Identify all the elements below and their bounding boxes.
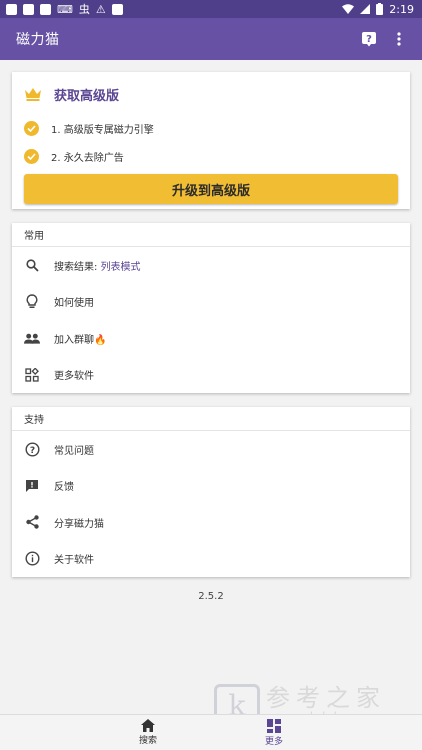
join-group-item[interactable]: 加入群聊🔥 [12, 320, 410, 357]
svg-text:?: ? [366, 34, 372, 45]
feedback-item[interactable]: 反馈 [12, 468, 410, 505]
status-right: 2:19 [342, 3, 414, 16]
notification-square-icon [6, 3, 17, 15]
info-icon [24, 551, 40, 567]
help-icon: ? [362, 32, 376, 47]
list-item-label: 加入群聊🔥 [54, 334, 107, 346]
help-circle-icon: ? [24, 441, 40, 457]
wifi-icon [342, 4, 355, 14]
list-item-label: 分享磁力猫 [54, 518, 104, 530]
clock: 2:19 [389, 2, 414, 16]
premium-feature: 2. 永久去除广告 [24, 146, 398, 166]
version-label: 2.5.2 [198, 591, 224, 602]
crown-icon [25, 88, 41, 101]
premium-feature-label: 1. 高级版专属磁力引擎 [51, 124, 154, 136]
more-vert-icon [397, 32, 401, 46]
group-icon [24, 330, 40, 346]
premium-header: 获取高级版 [24, 84, 398, 104]
svg-text:?: ? [29, 446, 34, 456]
nav-label: 搜索 [138, 736, 157, 746]
common-section: 常用 搜索结果: 列表模式 如何使用 加入群聊🔥 更多软件 [12, 223, 410, 393]
overflow-menu-button[interactable] [384, 24, 414, 54]
keyboard-icon: ⌨ [57, 2, 73, 16]
more-apps-item[interactable]: 更多软件 [12, 357, 410, 394]
premium-feature: 1. 高级版专属磁力引擎 [24, 118, 398, 138]
list-item-label: 关于软件 [54, 555, 94, 567]
about-item[interactable]: 关于软件 [12, 541, 410, 578]
support-section: 支持 ? 常见问题 反馈 分享磁力猫 关于软件 [12, 407, 410, 577]
upgrade-button[interactable]: 升级到高级版 [24, 174, 398, 204]
signal-icon [360, 4, 371, 14]
premium-card: 获取高级版 1. 高级版专属磁力引擎 2. 永久去除广告 升级到高级版 [12, 72, 410, 209]
image-notification-icon [40, 3, 51, 15]
bug-icon: 虫 [78, 2, 90, 16]
search-icon [24, 257, 40, 273]
check-circle-icon [24, 120, 39, 136]
app-bar: 磁力猫 ? [0, 18, 422, 60]
apps-icon [24, 367, 40, 383]
how-to-use-item[interactable]: 如何使用 [12, 284, 410, 321]
list-item-label: 反馈 [54, 482, 74, 494]
list-item-label: 如何使用 [54, 298, 94, 310]
section-header: 支持 [12, 407, 410, 431]
warning-icon: ⚠ [95, 2, 106, 16]
faq-item[interactable]: ? 常见问题 [12, 431, 410, 468]
list-item-label: 搜索结果: 列表模式 [54, 261, 141, 273]
status-bar: ⌨ 虫 ⚠ 2:19 [0, 0, 422, 18]
list-item-label: 更多软件 [54, 371, 94, 383]
premium-feature-label: 2. 永久去除广告 [51, 152, 124, 164]
help-button[interactable]: ? [354, 24, 384, 54]
fire-icon: 🔥 [94, 334, 107, 346]
search-mode-value: 列表模式 [100, 261, 141, 273]
premium-title: 获取高级版 [54, 88, 120, 104]
battery-icon [376, 3, 384, 15]
notification-square-icon [23, 3, 34, 15]
nav-more[interactable]: 更多 [254, 715, 294, 750]
check-circle-icon [24, 148, 39, 164]
share-icon [24, 514, 40, 530]
search-results-mode-item[interactable]: 搜索结果: 列表模式 [12, 247, 410, 284]
nav-label: 更多 [264, 736, 283, 747]
share-item[interactable]: 分享磁力猫 [12, 504, 410, 541]
nav-search[interactable]: 搜索 [128, 715, 168, 750]
section-header: 常用 [12, 223, 410, 247]
app-title: 磁力猫 [16, 32, 60, 48]
main-content: 获取高级版 1. 高级版专属磁力引擎 2. 永久去除广告 升级到高级版 常用 搜… [0, 60, 422, 602]
app-notification-icon [111, 3, 123, 15]
dashboard-icon [267, 718, 281, 733]
feedback-icon [24, 478, 40, 494]
status-left: ⌨ 虫 ⚠ [6, 2, 123, 16]
lightbulb-icon [24, 294, 40, 310]
home-icon [141, 719, 155, 732]
list-item-label: 常见问题 [54, 445, 94, 457]
bottom-navigation: 搜索 更多 [0, 714, 422, 750]
